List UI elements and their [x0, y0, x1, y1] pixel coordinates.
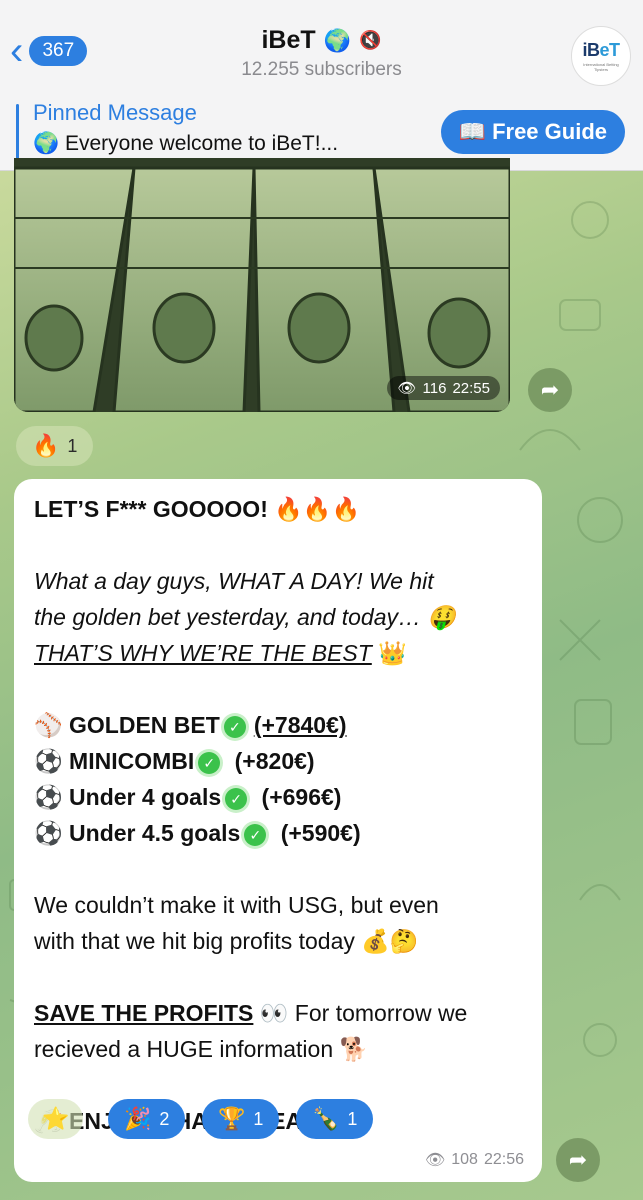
- photo-meta: 👁 116 22:55: [387, 376, 500, 400]
- channel-avatar[interactable]: iBeT International Betting Tipsters: [571, 26, 631, 86]
- channel-info[interactable]: iBeT 🌍 🔇 12.255 subscribers: [0, 26, 643, 81]
- eye-icon: 👁: [424, 1152, 446, 1169]
- share-arrow-icon: ➦: [540, 377, 560, 402]
- para2-line-2: with that we hit big profits today 💰🤔: [34, 928, 419, 954]
- reaction-count: 2: [159, 1108, 170, 1129]
- soccer-icon: ⚽: [34, 748, 63, 774]
- save-line-2: recieved a HUGE information 🐕: [34, 1036, 369, 1062]
- reaction-count: 1: [67, 435, 78, 456]
- check-icon: ✓: [244, 823, 267, 846]
- share-button[interactable]: ➦: [556, 1138, 600, 1182]
- text-message[interactable]: LET’S F*** GOOOOO! 🔥🔥🔥 What a day guys, …: [14, 479, 542, 1182]
- channel-title: iBeT: [261, 26, 316, 54]
- result-label: Under 4.5 goals: [69, 820, 241, 846]
- result-row: ⚽ MINICOMBI ✓ (+820€): [34, 743, 528, 779]
- result-profit: (+820€): [234, 748, 315, 774]
- reaction-count: 1: [253, 1108, 264, 1129]
- muted-icon: 🔇: [359, 30, 382, 50]
- result-label: GOLDEN BET: [69, 712, 220, 738]
- save-rest: 👀 For tomorrow we: [253, 1000, 468, 1026]
- intro-line-2: the golden bet yesterday, and today… 🤑: [34, 604, 457, 630]
- reaction-trophy[interactable]: 🏆 1: [202, 1099, 280, 1139]
- soccer-icon: ⚽: [34, 820, 63, 846]
- result-profit: (+696€): [261, 784, 342, 810]
- logo-subtitle: International Betting Tipsters: [583, 62, 619, 72]
- free-guide-button[interactable]: 📖 Free Guide: [440, 110, 625, 154]
- money-photo: [14, 158, 510, 412]
- trophy-icon: 🏆: [218, 1106, 246, 1131]
- share-arrow-icon: ➦: [568, 1147, 588, 1172]
- photo-message[interactable]: 👁 116 22:55: [14, 158, 510, 412]
- message-meta: 👁 108 22:56: [425, 1150, 524, 1170]
- message-headline: LET’S F*** GOOOOO! 🔥🔥🔥: [34, 496, 361, 522]
- result-label: MINICOMBI: [69, 748, 195, 774]
- photo-time: 22:55: [452, 379, 490, 397]
- pinned-indicator: [16, 104, 19, 162]
- check-icon: ✓: [223, 715, 246, 738]
- photo-views: 116: [422, 379, 447, 397]
- logo-text-a: iB: [582, 40, 600, 60]
- pinned-title: Pinned Message: [33, 100, 197, 125]
- message-views: 108: [451, 1151, 478, 1168]
- result-profit: (+590€): [280, 820, 361, 846]
- save-title: SAVE THE PROFITS: [34, 1000, 254, 1026]
- pinned-text: 🌍 Everyone welcome to iBeT!...: [33, 132, 339, 155]
- crown-icon: 👑: [378, 640, 407, 666]
- reaction-fire[interactable]: 🔥 1: [16, 426, 94, 466]
- check-icon: ✓: [198, 751, 221, 774]
- reaction-champagne[interactable]: 🍾 1: [296, 1099, 374, 1139]
- result-label: Under 4 goals: [69, 784, 222, 810]
- share-button[interactable]: ➦: [528, 368, 572, 412]
- star-icon: ⭐: [42, 1106, 70, 1131]
- fire-icon: 🔥: [32, 433, 60, 458]
- party-popper-icon: 🎉: [124, 1106, 152, 1131]
- reaction-count: 1: [347, 1108, 358, 1129]
- message-time: 22:56: [483, 1151, 524, 1168]
- intro-line-1: What a day guys, WHAT A DAY! We hit: [34, 568, 434, 594]
- reaction-star[interactable]: ⭐: [28, 1099, 84, 1139]
- globe-icon: 🌍: [323, 27, 352, 53]
- result-row: ⚽ Under 4.5 goals ✓ (+590€): [34, 815, 528, 851]
- eye-icon: 👁: [397, 380, 417, 397]
- champagne-icon: 🍾: [312, 1106, 340, 1131]
- intro-line-3: THAT’S WHY WE’RE THE BEST: [34, 640, 372, 666]
- subscriber-count: 12.255 subscribers: [241, 59, 402, 80]
- baseball-icon: ⚾: [34, 712, 63, 738]
- result-row: ⚽ Under 4 goals ✓ (+696€): [34, 779, 528, 815]
- logo-text-b: eT: [599, 40, 620, 60]
- soccer-icon: ⚽: [34, 784, 63, 810]
- para2-line-1: We couldn’t make it with USG, but even: [34, 892, 439, 918]
- result-row: ⚾ GOLDEN BET ✓ (+7840€): [34, 707, 528, 743]
- reaction-party[interactable]: 🎉 2: [108, 1099, 186, 1139]
- result-profit: (+7840€): [253, 712, 347, 738]
- check-icon: ✓: [225, 787, 248, 810]
- chat-header: ‹ 367 iBeT 🌍 🔇 12.255 subscribers iBeT I…: [0, 0, 643, 97]
